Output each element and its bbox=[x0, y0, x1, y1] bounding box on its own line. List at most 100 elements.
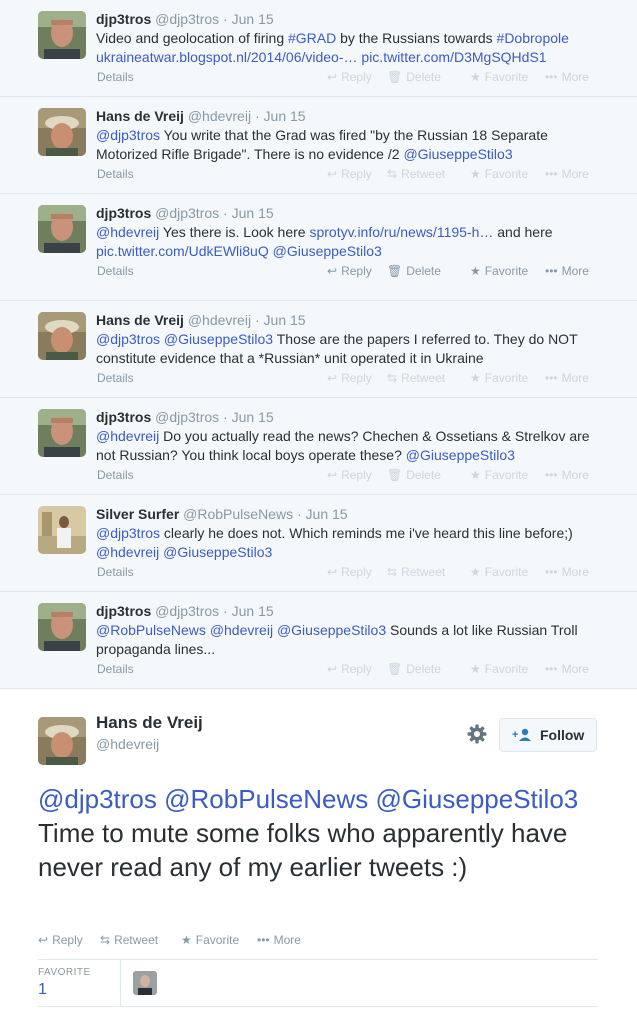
author-handle[interactable]: @djp3tros bbox=[155, 205, 219, 221]
author-handle[interactable]: @djp3tros bbox=[155, 11, 219, 27]
timestamp[interactable]: Jun 15 bbox=[232, 205, 274, 221]
tweet-link[interactable]: @hdevreij bbox=[210, 622, 273, 638]
favorite-action[interactable]: ★ Favorite bbox=[470, 68, 528, 86]
tweet-link[interactable]: @hdevreij bbox=[96, 544, 159, 560]
follow-button[interactable]: + Follow bbox=[499, 718, 597, 752]
tweet-link[interactable]: @GiuseppeStilo3 bbox=[277, 622, 386, 638]
avatar[interactable] bbox=[38, 603, 86, 651]
more-action[interactable]: ••• More bbox=[545, 165, 589, 183]
favoriter-avatar[interactable] bbox=[133, 971, 157, 995]
details-link[interactable]: Details bbox=[97, 262, 134, 280]
tweet[interactable]: Silver Surfer @RobPulseNews · Jun 15 @djp… bbox=[0, 495, 637, 592]
details-link[interactable]: Details bbox=[97, 165, 134, 183]
reply-action[interactable]: ↩ Reply bbox=[327, 660, 372, 678]
reply-action[interactable]: ↩ Reply bbox=[327, 165, 372, 183]
tweet-link[interactable]: ukraineatwar.blogspot.nl/2014/06/video-… bbox=[96, 49, 358, 65]
favorite-action[interactable]: ★ Favorite bbox=[470, 262, 528, 280]
author-name[interactable]: djp3tros bbox=[96, 11, 151, 27]
avatar[interactable] bbox=[38, 409, 86, 457]
tweet-link[interactable]: #Dobropole bbox=[497, 30, 569, 46]
tweet[interactable]: djp3tros @djp3tros · Jun 15 @hdevreij Yes… bbox=[0, 194, 637, 301]
tweet-link[interactable]: @djp3tros bbox=[96, 525, 160, 541]
avatar[interactable] bbox=[38, 11, 86, 59]
timestamp[interactable]: Jun 15 bbox=[264, 312, 306, 328]
tweet-link[interactable]: pic.twitter.com/UdkEWli8uQ bbox=[96, 243, 269, 259]
delete-action[interactable]: 🗑 Delete bbox=[387, 262, 441, 280]
timestamp[interactable]: Jun 15 bbox=[306, 506, 348, 522]
more-action[interactable]: ••• More bbox=[545, 369, 589, 387]
author-name[interactable]: Hans de Vreij bbox=[96, 312, 184, 328]
tweet-link[interactable]: @djp3tros bbox=[38, 784, 157, 814]
author-handle[interactable]: @djp3tros bbox=[155, 409, 219, 425]
author-name[interactable]: Silver Surfer bbox=[96, 506, 179, 522]
timestamp[interactable]: Jun 15 bbox=[232, 409, 274, 425]
tweet-link[interactable]: @RobPulseNews bbox=[164, 784, 368, 814]
tweet-link[interactable]: @RobPulseNews bbox=[96, 622, 206, 638]
more-action[interactable]: ••• More bbox=[257, 932, 301, 948]
timestamp[interactable]: Jun 15 bbox=[232, 603, 274, 619]
favorite-action[interactable]: ★ Favorite bbox=[470, 660, 528, 678]
author-name[interactable]: djp3tros bbox=[96, 205, 151, 221]
tweet[interactable]: djp3tros @djp3tros · Jun 15 Video and geo… bbox=[0, 0, 637, 97]
tweet-link[interactable]: @GiuseppeStilo3 bbox=[406, 447, 515, 463]
tweet-link[interactable]: @hdevreij bbox=[96, 224, 159, 240]
tweet-link[interactable]: @GiuseppeStilo3 bbox=[403, 146, 512, 162]
gear-icon[interactable] bbox=[466, 723, 488, 745]
tweet-link[interactable]: #GRAD bbox=[288, 30, 336, 46]
favorite-action[interactable]: ★ Favorite bbox=[181, 932, 239, 948]
delete-action[interactable]: 🗑 Delete bbox=[387, 466, 441, 484]
reply-action[interactable]: ↩ Reply bbox=[327, 466, 372, 484]
tweet[interactable]: djp3tros @djp3tros · Jun 15 @hdevreij Do … bbox=[0, 398, 637, 495]
avatar[interactable] bbox=[38, 506, 86, 554]
more-action[interactable]: ••• More bbox=[545, 563, 589, 581]
author-handle[interactable]: @hdevreij bbox=[188, 312, 251, 328]
more-action[interactable]: ••• More bbox=[545, 466, 589, 484]
more-action[interactable]: ••• More bbox=[545, 262, 589, 280]
avatar[interactable] bbox=[38, 205, 86, 253]
delete-action[interactable]: 🗑 Delete bbox=[387, 68, 441, 86]
details-link[interactable]: Details bbox=[97, 563, 134, 581]
tweet-link[interactable]: @djp3tros bbox=[96, 331, 160, 347]
author-name[interactable]: djp3tros bbox=[96, 409, 151, 425]
reply-action[interactable]: ↩ Reply bbox=[327, 68, 372, 86]
tweet-link[interactable]: @djp3tros bbox=[96, 127, 160, 143]
author-handle[interactable]: @djp3tros bbox=[155, 603, 219, 619]
author-handle[interactable]: @RobPulseNews bbox=[183, 506, 293, 522]
favorite-action[interactable]: ★ Favorite bbox=[470, 369, 528, 387]
details-link[interactable]: Details bbox=[97, 466, 134, 484]
avatar[interactable] bbox=[38, 312, 86, 360]
author-name[interactable]: Hans de Vreij bbox=[96, 108, 184, 124]
favorite-action[interactable]: ★ Favorite bbox=[470, 563, 528, 581]
tweet-link[interactable]: @GiuseppeStilo3 bbox=[163, 544, 272, 560]
details-link[interactable]: Details bbox=[97, 68, 134, 86]
favorite-stat-count[interactable]: 1 bbox=[38, 981, 47, 999]
author-handle[interactable]: @hdevreij bbox=[96, 736, 159, 752]
tweet-link[interactable]: @hdevreij bbox=[96, 428, 159, 444]
more-action[interactable]: ••• More bbox=[545, 660, 589, 678]
retweet-action[interactable]: ⇆ Retweet bbox=[387, 369, 445, 387]
timestamp[interactable]: Jun 15 bbox=[232, 11, 274, 27]
author-name[interactable]: Hans de Vreij bbox=[96, 713, 203, 733]
avatar[interactable] bbox=[38, 717, 86, 765]
details-link[interactable]: Details bbox=[97, 660, 134, 678]
timestamp[interactable]: Jun 15 bbox=[264, 108, 306, 124]
reply-action[interactable]: ↩ Reply bbox=[38, 932, 83, 948]
reply-action[interactable]: ↩ Reply bbox=[327, 262, 372, 280]
tweet-link[interactable]: @GiuseppeStilo3 bbox=[273, 243, 382, 259]
delete-action[interactable]: 🗑 Delete bbox=[387, 660, 441, 678]
retweet-action[interactable]: ⇆ Retweet bbox=[387, 563, 445, 581]
retweet-action[interactable]: ⇆ Retweet bbox=[387, 165, 445, 183]
tweet-link[interactable]: @GiuseppeStilo3 bbox=[164, 331, 273, 347]
tweet-link[interactable]: sprotyv.info/ru/news/1195-h… bbox=[309, 224, 493, 240]
reply-action[interactable]: ↩ Reply bbox=[327, 369, 372, 387]
reply-action[interactable]: ↩ Reply bbox=[327, 563, 372, 581]
avatar[interactable] bbox=[38, 108, 86, 156]
tweet[interactable]: Hans de Vreij @hdevreij · Jun 15 @djp3tro… bbox=[0, 301, 637, 398]
details-link[interactable]: Details bbox=[97, 369, 134, 387]
favorite-action[interactable]: ★ Favorite bbox=[470, 165, 528, 183]
tweet-link[interactable]: pic.twitter.com/D3MgSQHdS1 bbox=[361, 49, 546, 65]
retweet-action[interactable]: ⇆ Retweet bbox=[100, 932, 158, 948]
author-handle[interactable]: @hdevreij bbox=[188, 108, 251, 124]
tweet[interactable]: djp3tros @djp3tros · Jun 15 @RobPulseNews… bbox=[0, 592, 637, 689]
author-name[interactable]: djp3tros bbox=[96, 603, 151, 619]
